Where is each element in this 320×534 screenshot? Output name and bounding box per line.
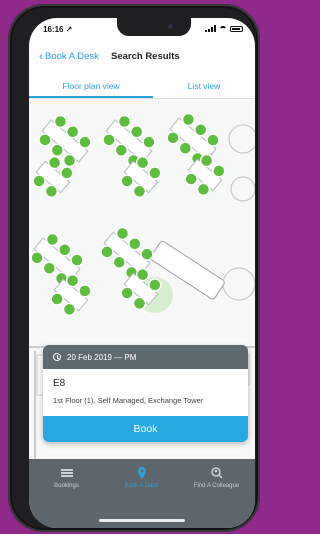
tab-bar-label: Find A Colleague xyxy=(193,483,240,489)
location-pin-icon xyxy=(137,467,146,479)
desk-cluster xyxy=(38,114,92,168)
booking-card-header: 20 Feb 2019 — PM xyxy=(43,345,248,369)
desk-cluster xyxy=(120,155,162,199)
back-label: Book A Desk xyxy=(45,51,99,62)
person-search-icon xyxy=(210,467,223,479)
list-icon xyxy=(60,469,73,477)
phone-frame: 16:16 ↗ ‹ Book A Desk Search Results Flo… xyxy=(8,4,260,532)
back-button[interactable]: ‹ Book A Desk xyxy=(39,49,99,63)
desk-cluster xyxy=(184,153,226,197)
clock-icon xyxy=(53,353,61,361)
tab-list-view[interactable]: List view xyxy=(153,81,255,91)
desk-location: 1st Floor (1), Self Managed, Exchange To… xyxy=(53,396,204,405)
chevron-left-icon: ‹ xyxy=(39,49,43,63)
booking-date-time: 20 Feb 2019 — PM xyxy=(67,352,137,362)
stage: 16:16 ↗ ‹ Book A Desk Search Results Flo… xyxy=(0,0,268,534)
bottom-tab-bar: Bookings Book A Desk Find A Colleague xyxy=(29,459,255,528)
page-title: Search Results xyxy=(111,51,180,62)
nav-bar: ‹ Book A Desk Search Results xyxy=(29,42,255,72)
desk-code: E8 xyxy=(53,378,66,389)
round-table xyxy=(228,124,255,154)
desk-cluster xyxy=(50,273,92,317)
status-time: 16:16 ↗ xyxy=(43,25,73,34)
tab-bar-label: Bookings xyxy=(54,483,79,489)
tab-bar-item-bookings[interactable]: Bookings xyxy=(29,467,104,489)
home-indicator xyxy=(99,519,185,522)
tab-bar-item-find-a-colleague[interactable]: Find A Colleague xyxy=(179,467,254,489)
active-tab-indicator xyxy=(29,96,153,98)
phone-notch xyxy=(117,18,191,36)
wifi-icon xyxy=(219,25,227,32)
signal-icon xyxy=(205,25,216,32)
tab-floor-plan-view[interactable]: Floor plan view xyxy=(29,81,153,91)
tab-bar-item-book-a-desk[interactable]: Book A Desk xyxy=(104,467,179,489)
desk-cluster xyxy=(102,114,156,168)
tab-bar-label: Book A Desk xyxy=(124,483,159,489)
desk-cluster xyxy=(166,112,220,166)
phone-screen: 16:16 ↗ ‹ Book A Desk Search Results Flo… xyxy=(29,18,255,528)
battery-icon xyxy=(230,25,243,32)
camera-icon xyxy=(168,24,173,29)
status-icons xyxy=(205,25,243,32)
round-table xyxy=(230,176,255,202)
booking-card: 20 Feb 2019 — PM E8 1st Floor (1), Self … xyxy=(43,345,248,442)
book-button[interactable]: Book xyxy=(43,416,248,442)
view-tabs: Floor plan view List view xyxy=(29,74,255,99)
round-table xyxy=(222,267,255,301)
